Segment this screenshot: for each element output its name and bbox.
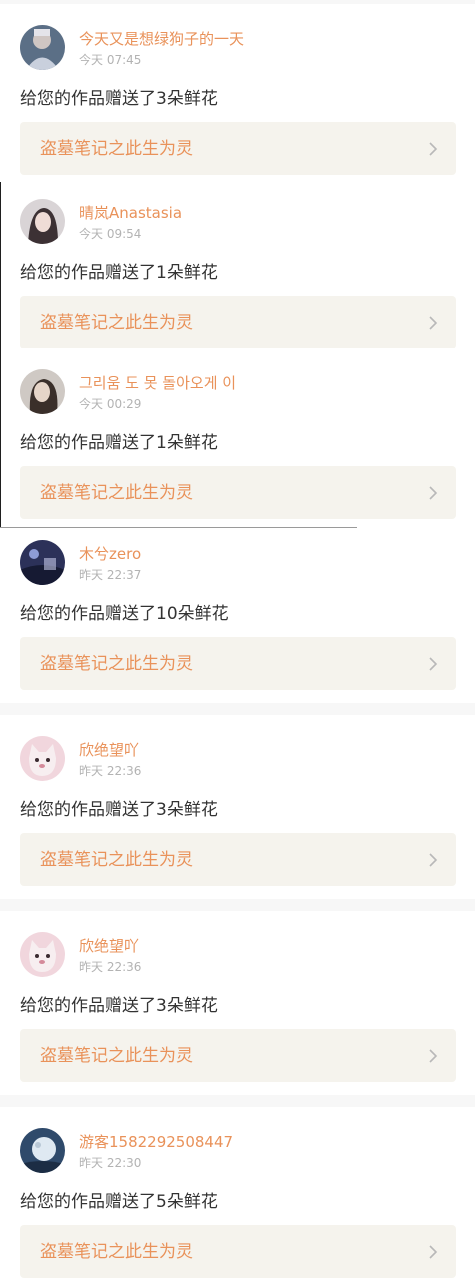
username[interactable]: 今天又是想绿狗子的一天	[79, 29, 244, 49]
work-link-button[interactable]: 盗墓笔记之此生为灵	[20, 1225, 456, 1278]
work-link-button[interactable]: 盗墓笔记之此生为灵	[20, 466, 456, 519]
chevron-right-icon	[428, 141, 438, 157]
chevron-right-icon	[428, 1048, 438, 1064]
timestamp: 今天 00:29	[79, 397, 142, 411]
chevron-right-icon	[428, 852, 438, 868]
avatar-night-icon	[20, 540, 65, 585]
flower-gift-notification-list: 今天又是想绿狗子的一天 今天 07:45 给您的作品赠送了3朵鲜花 盗墓笔记之此…	[0, 0, 475, 1280]
work-link-button[interactable]: 盗墓笔记之此生为灵	[20, 637, 456, 690]
work-title: 盗墓笔记之此生为灵	[40, 850, 193, 870]
work-link-button[interactable]: 盗墓笔记之此生为灵	[20, 833, 456, 886]
gift-message: 给您的作品赠送了1朵鲜花	[20, 263, 218, 283]
user-avatar[interactable]	[20, 932, 65, 977]
work-title: 盗墓笔记之此生为灵	[40, 139, 193, 159]
work-title: 盗墓笔记之此生为灵	[40, 1046, 193, 1066]
user-avatar[interactable]	[20, 736, 65, 781]
chevron-right-icon	[428, 1244, 438, 1260]
avatar-cat-icon	[20, 932, 65, 977]
chevron-right-icon	[428, 315, 438, 331]
timestamp: 昨天 22:30	[79, 1156, 142, 1170]
user-avatar[interactable]	[20, 1128, 65, 1173]
work-link-button[interactable]: 盗墓笔记之此生为灵	[20, 1029, 456, 1082]
timestamp: 昨天 22:37	[79, 568, 142, 582]
work-link-button[interactable]: 盗墓笔记之此生为灵	[20, 122, 456, 175]
work-link-button[interactable]: 盗墓笔记之此生为灵	[20, 296, 456, 349]
work-title: 盗墓笔记之此生为灵	[40, 313, 193, 333]
user-avatar[interactable]	[20, 199, 65, 244]
notification-card: 晴岚Anastasia 今天 09:54 给您的作品赠送了1朵鲜花 盗墓笔记之此…	[0, 178, 475, 362]
notification-card: 游客1582292508447 昨天 22:30 给您的作品赠送了5朵鲜花 盗墓…	[0, 1107, 475, 1280]
avatar-moon-icon	[20, 1128, 65, 1173]
avatar-portrait-icon	[20, 199, 65, 244]
notification-card: 欣绝望吖 昨天 22:36 给您的作品赠送了3朵鲜花 盗墓笔记之此生为灵	[0, 911, 475, 1095]
notification-card: 欣绝望吖 昨天 22:36 给您的作品赠送了3朵鲜花 盗墓笔记之此生为灵	[0, 715, 475, 899]
gift-message: 给您的作品赠送了3朵鲜花	[20, 89, 218, 109]
work-title: 盗墓笔记之此生为灵	[40, 1242, 193, 1262]
timestamp: 昨天 22:36	[79, 764, 142, 778]
work-title: 盗墓笔记之此生为灵	[40, 654, 193, 674]
notification-card: 今天又是想绿狗子的一天 今天 07:45 给您的作品赠送了3朵鲜花 盗墓笔记之此…	[0, 4, 475, 188]
user-avatar[interactable]	[20, 369, 65, 414]
gift-message: 给您的作品赠送了3朵鲜花	[20, 800, 218, 820]
gift-message: 给您的作品赠送了1朵鲜花	[20, 433, 218, 453]
timestamp: 今天 07:45	[79, 53, 142, 67]
username[interactable]: 晴岚Anastasia	[79, 203, 182, 223]
gift-message: 给您的作品赠送了10朵鲜花	[20, 604, 229, 624]
username[interactable]: 游客1582292508447	[79, 1132, 233, 1152]
chevron-right-icon	[428, 656, 438, 672]
notification-card: 그리움 도 못 돌아오게 이 今天 00:29 给您的作品赠送了1朵鲜花 盗墓笔…	[0, 348, 475, 532]
timestamp: 今天 09:54	[79, 227, 142, 241]
username[interactable]: 欣绝望吖	[79, 936, 139, 956]
timestamp: 昨天 22:36	[79, 960, 142, 974]
gift-message: 给您的作品赠送了5朵鲜花	[20, 1192, 218, 1212]
username[interactable]: 欣绝望吖	[79, 740, 139, 760]
avatar-figure-icon	[20, 25, 65, 70]
user-avatar[interactable]	[20, 25, 65, 70]
chevron-right-icon	[428, 485, 438, 501]
screenshot-seam-line	[0, 527, 357, 528]
notification-card: 木兮zero 昨天 22:37 给您的作品赠送了10朵鲜花 盗墓笔记之此生为灵	[0, 519, 475, 703]
avatar-portrait-icon	[20, 369, 65, 414]
user-avatar[interactable]	[20, 540, 65, 585]
work-title: 盗墓笔记之此生为灵	[40, 483, 193, 503]
screenshot-seam-line	[0, 182, 1, 528]
username[interactable]: 그리움 도 못 돌아오게 이	[79, 373, 236, 393]
avatar-cat-icon	[20, 736, 65, 781]
gift-message: 给您的作品赠送了3朵鲜花	[20, 996, 218, 1016]
username[interactable]: 木兮zero	[79, 544, 141, 564]
